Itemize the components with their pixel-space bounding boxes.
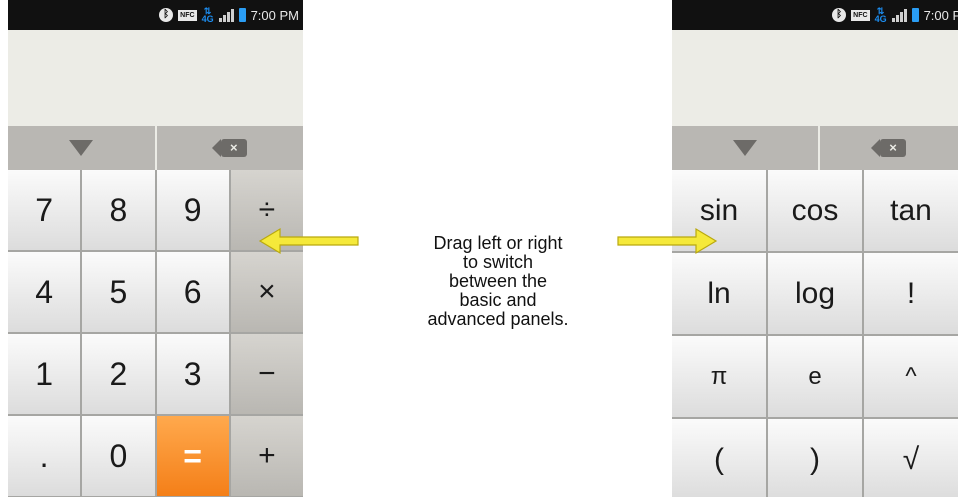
key-open-paren[interactable]: ( xyxy=(672,419,766,497)
bluetooth-icon: ᛒ xyxy=(159,8,174,22)
status-time: 7:00 PM xyxy=(923,7,958,23)
collapse-button[interactable] xyxy=(672,126,820,170)
backspace-icon: × xyxy=(871,139,906,157)
caption-line: Drag left or right xyxy=(433,233,563,253)
key-subtract[interactable]: − xyxy=(230,334,303,414)
key-equals[interactable]: = xyxy=(156,416,229,496)
calculator-display xyxy=(8,30,303,126)
status-time: 7:00 PM xyxy=(250,7,299,23)
caption-line: advanced panels. xyxy=(427,309,569,329)
key-cos[interactable]: cos xyxy=(768,170,862,251)
key-ln[interactable]: ln xyxy=(672,253,766,334)
key-pi[interactable]: π xyxy=(672,336,766,417)
key-close-paren[interactable]: ) xyxy=(768,419,862,497)
caption-line: to switch xyxy=(462,252,534,272)
battery-icon xyxy=(238,8,246,22)
key-7[interactable]: 7 xyxy=(8,170,81,250)
key-1[interactable]: 1 xyxy=(8,334,81,414)
caption-line: between the xyxy=(448,271,548,291)
key-power[interactable]: ^ xyxy=(864,336,958,417)
key-2[interactable]: 2 xyxy=(82,334,155,414)
key-8[interactable]: 8 xyxy=(82,170,155,250)
backspace-button[interactable]: × xyxy=(157,126,304,170)
status-bar: ᛒ NFC ⇅4G 7:00 PM xyxy=(8,0,303,30)
status-icons: ᛒ NFC ⇅4G 7:00 PM xyxy=(832,6,958,24)
battery-icon xyxy=(911,8,919,22)
status-bar: ᛒ NFC ⇅4G 7:00 PM xyxy=(672,0,958,30)
bluetooth-icon: ᛒ xyxy=(832,8,847,22)
network-label: 4G xyxy=(874,14,887,24)
triangle-down-icon xyxy=(69,140,94,156)
key-0[interactable]: 0 xyxy=(82,416,155,496)
status-icons: ᛒ NFC ⇅4G 7:00 PM xyxy=(159,6,299,24)
network-label: 4G xyxy=(201,14,214,24)
advanced-keypad: sin cos tan ln log ! π e ^ ( ) √ xyxy=(672,170,958,497)
instruction-caption: Drag left or right to switch between the… xyxy=(388,234,608,329)
key-log[interactable]: log xyxy=(768,253,862,334)
key-5[interactable]: 5 xyxy=(82,252,155,332)
network-4g-icon: ⇅ 4G xyxy=(201,6,214,24)
calculator-display xyxy=(672,30,958,126)
triangle-down-icon xyxy=(733,140,757,156)
key-tan[interactable]: tan xyxy=(864,170,958,251)
key-factorial[interactable]: ! xyxy=(864,253,958,334)
key-3[interactable]: 3 xyxy=(156,334,229,414)
key-add[interactable]: + xyxy=(230,416,303,496)
key-6[interactable]: 6 xyxy=(156,252,229,332)
key-sqrt[interactable]: √ xyxy=(864,419,958,497)
collapse-button[interactable] xyxy=(8,126,157,170)
key-decimal[interactable]: . xyxy=(8,416,81,496)
caption-line: basic and xyxy=(459,290,537,310)
signal-icon xyxy=(891,8,907,22)
control-row: × xyxy=(8,126,303,170)
key-9[interactable]: 9 xyxy=(156,170,229,250)
backspace-icon: × xyxy=(211,139,247,157)
network-4g-icon: ⇅ 4G xyxy=(874,6,887,24)
signal-icon xyxy=(218,8,234,22)
key-e[interactable]: e xyxy=(768,336,862,417)
arrow-left-icon xyxy=(258,227,359,255)
control-row: × xyxy=(672,126,958,170)
basic-keypad: 7 8 9 ÷ 4 5 6 × 1 2 3 − . 0 = + xyxy=(8,170,303,497)
nfc-icon: NFC xyxy=(178,9,197,21)
key-4[interactable]: 4 xyxy=(8,252,81,332)
arrow-right-icon xyxy=(617,227,718,255)
nfc-icon: NFC xyxy=(851,9,870,21)
backspace-button[interactable]: × xyxy=(820,126,958,170)
key-multiply[interactable]: × xyxy=(230,252,303,332)
